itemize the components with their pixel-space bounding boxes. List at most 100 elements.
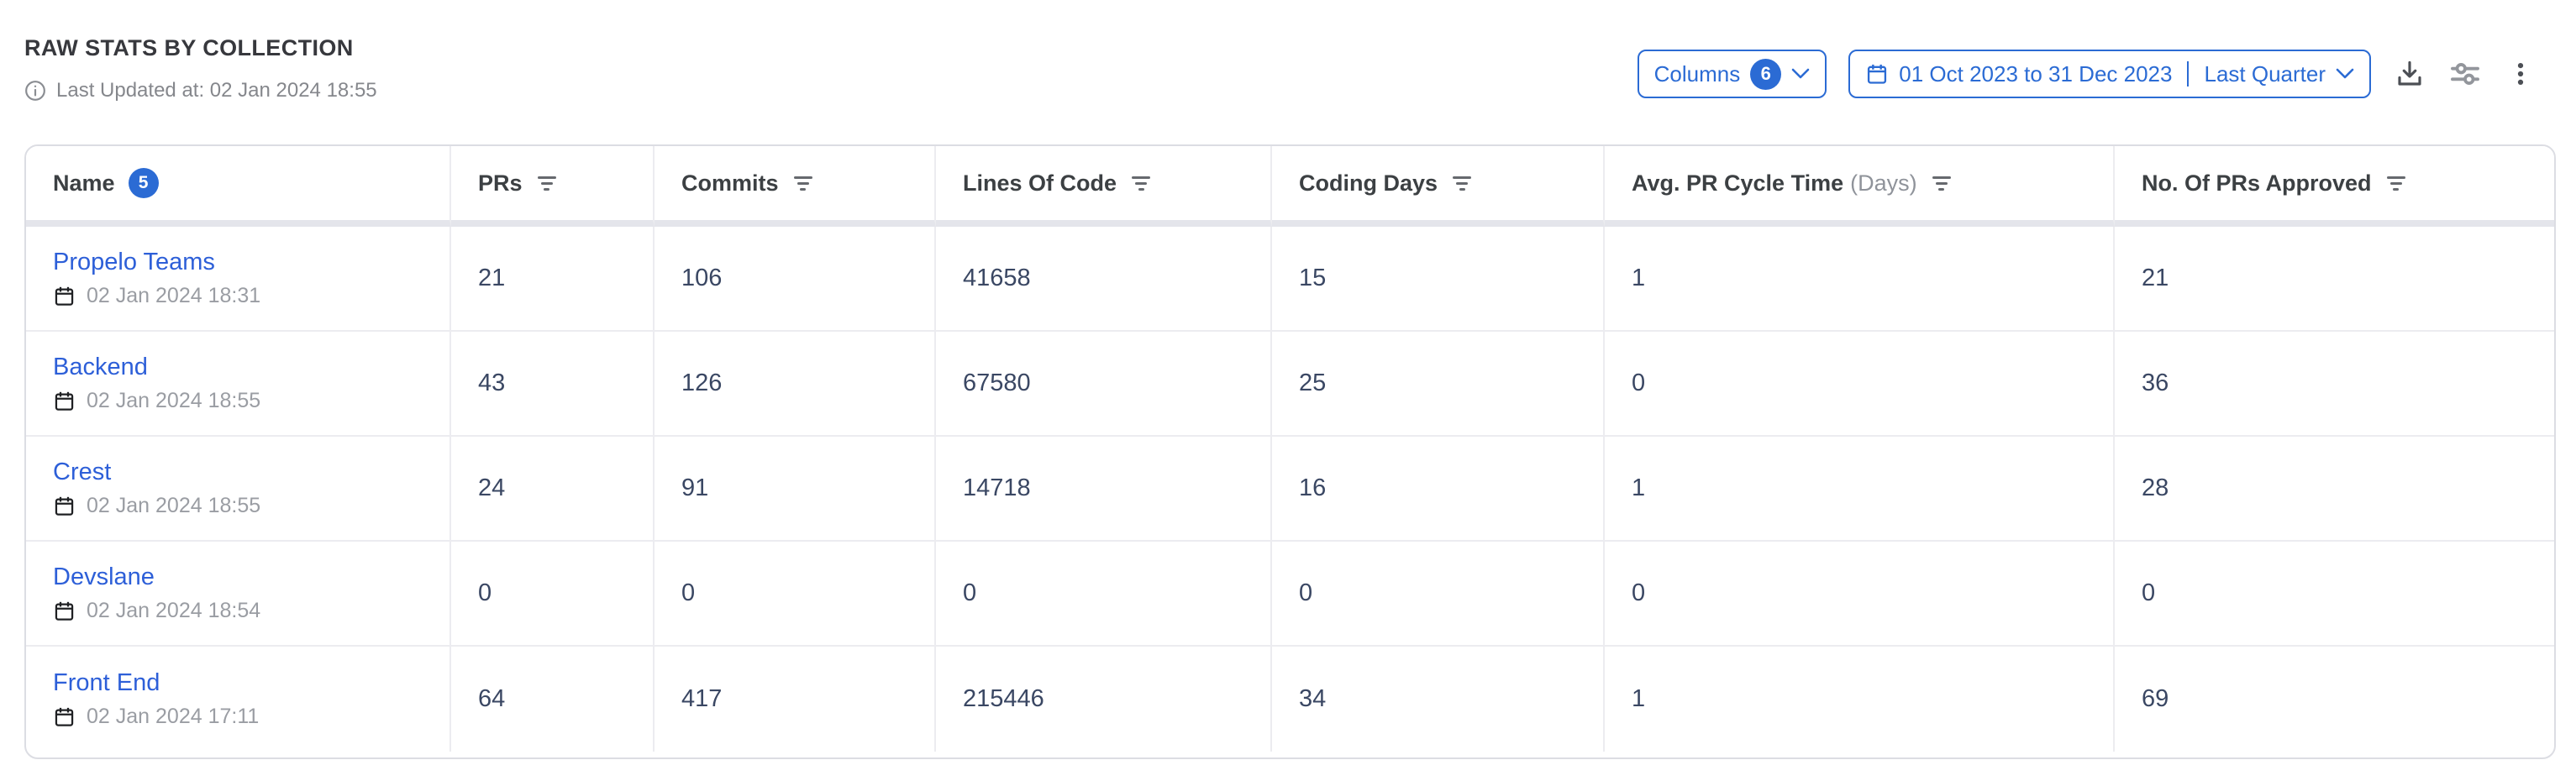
cell-name: Front End 02 Jan 2024 17:11 <box>26 647 451 752</box>
calendar-icon <box>53 390 76 412</box>
cell-prs: 24 <box>451 437 655 542</box>
kebab-menu-icon <box>2506 60 2535 88</box>
cell-coding-days: 16 <box>1272 437 1605 542</box>
cell-name: Devslane 02 Jan 2024 18:54 <box>26 542 451 647</box>
date-range-button[interactable]: 01 Oct 2023 to 31 Dec 2023 Last Quarter <box>1848 50 2371 98</box>
filter-icon[interactable] <box>794 176 812 191</box>
column-label: No. Of PRs Approved <box>2142 170 2372 197</box>
cell-coding-days: 25 <box>1272 332 1605 437</box>
cell-commits: 0 <box>655 542 936 647</box>
cell-commits: 126 <box>655 332 936 437</box>
column-label: Avg. PR Cycle Time <box>1632 170 1843 197</box>
collection-link[interactable]: Backend <box>53 354 148 381</box>
column-label: PRs <box>478 170 523 197</box>
cell-coding-days: 0 <box>1272 542 1605 647</box>
column-header-coding-days: Coding Days <box>1272 146 1605 227</box>
cell-avg-pr-cycle-time: 0 <box>1605 542 2115 647</box>
last-updated: Last Updated at: 02 Jan 2024 18:55 <box>24 79 377 102</box>
table-row: Propelo Teams 02 Jan 2024 18:31 21 106 4… <box>26 227 2556 332</box>
cell-avg-pr-cycle-time: 0 <box>1605 332 2115 437</box>
cell-avg-pr-cycle-time: 1 <box>1605 437 2115 542</box>
cell-prs: 0 <box>451 542 655 647</box>
calendar-icon <box>53 600 76 622</box>
collection-link[interactable]: Crest <box>53 459 111 486</box>
cell-name: Propelo Teams 02 Jan 2024 18:31 <box>26 227 451 332</box>
columns-count-badge: 6 <box>1750 59 1781 90</box>
column-label: Lines Of Code <box>963 170 1117 197</box>
settings-sliders-button[interactable] <box>2448 57 2482 91</box>
filter-icon[interactable] <box>1932 176 1951 191</box>
collection-link[interactable]: Front End <box>53 669 160 697</box>
cell-prs: 21 <box>451 227 655 332</box>
cell-prs-approved: 21 <box>2115 227 2556 332</box>
cell-prs-approved: 69 <box>2115 647 2556 752</box>
cell-avg-pr-cycle-time: 1 <box>1605 647 2115 752</box>
column-label: Coding Days <box>1299 170 1438 197</box>
row-updated-at: 02 Jan 2024 18:55 <box>87 494 260 518</box>
table-row: Front End 02 Jan 2024 17:11 64 417 21544… <box>26 647 2556 752</box>
columns-button-label: Columns <box>1654 61 1741 87</box>
calendar-icon <box>53 495 76 517</box>
cell-prs: 43 <box>451 332 655 437</box>
sliders-icon <box>2449 58 2481 90</box>
cell-coding-days: 34 <box>1272 647 1605 752</box>
table-row: Backend 02 Jan 2024 18:55 43 126 67580 2… <box>26 332 2556 437</box>
cell-commits: 91 <box>655 437 936 542</box>
download-icon <box>2395 59 2425 89</box>
filter-icon[interactable] <box>1132 176 1150 191</box>
last-updated-text: Last Updated at: 02 Jan 2024 18:55 <box>56 79 377 102</box>
info-icon <box>24 80 46 102</box>
column-header-prs: PRs <box>451 146 655 227</box>
collection-count-badge: 5 <box>129 168 159 198</box>
calendar-icon <box>1865 62 1889 86</box>
download-button[interactable] <box>2393 57 2426 91</box>
table-header-row: Name 5 PRs Commits Lines Of Code <box>26 146 2556 227</box>
cell-prs-approved: 28 <box>2115 437 2556 542</box>
filter-icon[interactable] <box>1453 176 1471 191</box>
row-updated-at: 02 Jan 2024 18:54 <box>87 599 260 623</box>
date-range-text: 01 Oct 2023 to 31 Dec 2023 <box>1899 61 2172 87</box>
row-updated-at: 02 Jan 2024 18:55 <box>87 389 260 413</box>
chevron-down-icon <box>1791 68 1810 80</box>
cell-prs: 64 <box>451 647 655 752</box>
calendar-icon <box>53 705 76 728</box>
column-label-suffix: (Days) <box>1850 170 1917 197</box>
date-range-divider <box>2187 61 2189 86</box>
chevron-down-icon <box>2336 68 2354 80</box>
date-preset-label: Last Quarter <box>2204 61 2326 87</box>
cell-commits: 417 <box>655 647 936 752</box>
cell-commits: 106 <box>655 227 936 332</box>
cell-prs-approved: 0 <box>2115 542 2556 647</box>
toolbar: Columns 6 01 Oct 2023 to 31 Dec 2023 Las… <box>1638 50 2537 98</box>
column-label: Name <box>53 170 115 197</box>
page-title: RAW STATS BY COLLECTION <box>24 35 354 61</box>
columns-button[interactable]: Columns 6 <box>1638 50 1827 98</box>
column-label: Commits <box>681 170 779 197</box>
row-updated-at: 02 Jan 2024 18:31 <box>87 284 260 308</box>
column-header-avg-pr-cycle-time: Avg. PR Cycle Time (Days) <box>1605 146 2115 227</box>
cell-lines-of-code: 0 <box>936 542 1272 647</box>
collection-link[interactable]: Propelo Teams <box>53 249 215 276</box>
more-options-button[interactable] <box>2504 57 2537 91</box>
column-header-commits: Commits <box>655 146 936 227</box>
table-row: Devslane 02 Jan 2024 18:54 0 0 0 0 0 0 <box>26 542 2556 647</box>
cell-lines-of-code: 41658 <box>936 227 1272 332</box>
cell-prs-approved: 36 <box>2115 332 2556 437</box>
column-header-lines-of-code: Lines Of Code <box>936 146 1272 227</box>
row-updated-at: 02 Jan 2024 17:11 <box>87 705 259 729</box>
cell-lines-of-code: 215446 <box>936 647 1272 752</box>
cell-lines-of-code: 67580 <box>936 332 1272 437</box>
cell-avg-pr-cycle-time: 1 <box>1605 227 2115 332</box>
cell-coding-days: 15 <box>1272 227 1605 332</box>
cell-name: Crest 02 Jan 2024 18:55 <box>26 437 451 542</box>
calendar-icon <box>53 285 76 307</box>
table-row: Crest 02 Jan 2024 18:55 24 91 14718 16 1… <box>26 437 2556 542</box>
cell-name: Backend 02 Jan 2024 18:55 <box>26 332 451 437</box>
filter-icon[interactable] <box>2387 176 2405 191</box>
cell-lines-of-code: 14718 <box>936 437 1272 542</box>
column-header-prs-approved: No. Of PRs Approved <box>2115 146 2556 227</box>
column-header-name: Name 5 <box>26 146 451 227</box>
filter-icon[interactable] <box>538 176 556 191</box>
raw-stats-table: Name 5 PRs Commits Lines Of Code <box>24 144 2556 759</box>
collection-link[interactable]: Devslane <box>53 563 155 591</box>
